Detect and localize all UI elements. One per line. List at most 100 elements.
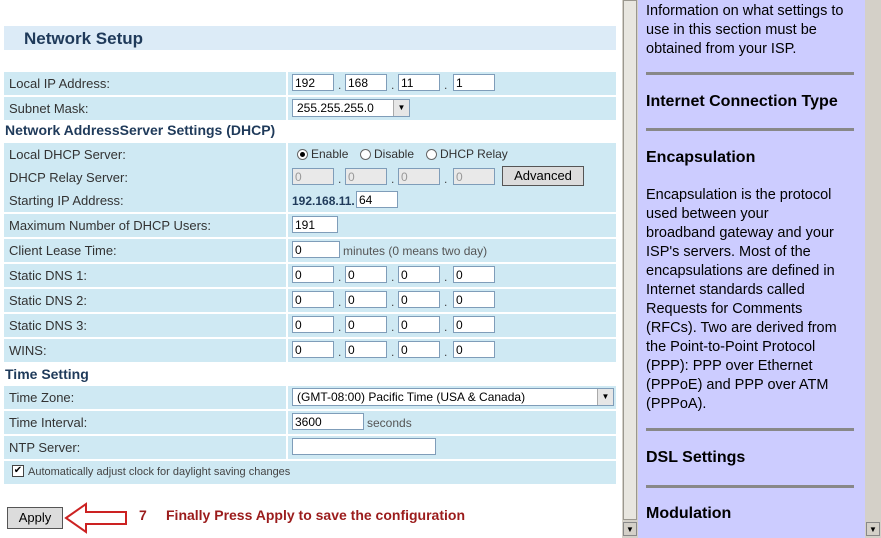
dns3-label: Static DNS 3: [9,318,88,333]
dns1-octet-2[interactable]: 0 [345,266,387,283]
dot: . [444,172,448,186]
help-pane-scrollbar[interactable]: ▼ [865,0,881,538]
dns1-octet-3[interactable]: 0 [398,266,440,283]
help-encap-line: broadband gateway and your [646,225,834,241]
help-encap-line: encapsulations are defined in [646,263,835,279]
wins-octet-4[interactable]: 0 [453,341,495,358]
time-zone-label: Time Zone: [9,390,75,405]
divider [646,485,854,488]
local-ip-octet-2[interactable]: 168 [345,74,387,91]
lease-label: Client Lease Time: [9,243,117,258]
local-ip-label: Local IP Address: [9,76,110,91]
dhcp-disable-label: Disable [374,147,415,161]
chevron-down-icon: ▼ [597,389,613,405]
dns3-octet-2[interactable]: 0 [345,316,387,333]
dns2-octet-1[interactable]: 0 [292,291,334,308]
wins-label: WINS: [9,343,47,358]
wins-octet-1[interactable]: 0 [292,341,334,358]
start-ip-prefix: 192.168.11. [292,194,355,208]
dns2-label: Static DNS 2: [9,293,88,308]
dns3-octet-1[interactable]: 0 [292,316,334,333]
dhcp-enable-radio[interactable] [297,149,308,160]
dot: . [391,172,395,186]
dns1-octet-4[interactable]: 0 [453,266,495,283]
dhcp-server-label: Local DHCP Server: [9,147,126,162]
dns3-octet-4[interactable]: 0 [453,316,495,333]
help-encap-line: Internet standards called [646,282,805,298]
dns1-label: Static DNS 1: [9,268,88,283]
dot: . [444,345,448,359]
time-interval-input[interactable]: 3600 [292,413,364,430]
dot: . [391,345,395,359]
local-ip-octet-4[interactable]: 1 [453,74,495,91]
dot: . [391,270,395,284]
dhcp-relay-label: DHCP Relay Server: [9,170,128,185]
start-ip-input[interactable]: 64 [356,191,398,208]
help-intro-line: use in this section must be [646,22,817,38]
help-encap-line: the Point-to-Point Protocol [646,339,816,355]
arrow-left-icon [64,502,127,534]
dns2-octet-4[interactable]: 0 [453,291,495,308]
divider [646,72,854,75]
step-number: 7 [139,507,147,523]
ntp-label: NTP Server: [9,440,81,455]
help-encap-line: (PPPoE) and PPP over ATM [646,377,829,393]
subnet-label: Subnet Mask: [9,101,89,116]
dns1-octet-1[interactable]: 0 [292,266,334,283]
time-zone-select[interactable]: (GMT-08:00) Pacific Time (USA & Canada) … [292,388,614,406]
dot: . [444,295,448,309]
dot: . [338,270,342,284]
relay-octet-2[interactable]: 0 [345,168,387,185]
ntp-server-input[interactable] [292,438,436,455]
relay-octet-4[interactable]: 0 [453,168,495,185]
max-users-input[interactable]: 191 [292,216,338,233]
help-heading-dsl: DSL Settings [646,449,746,466]
network-setup-pane: Network Setup Local IP Address: 192 . 16… [0,0,622,538]
scrollbar-thumb[interactable] [623,0,637,520]
dot: . [391,320,395,334]
divider [646,428,854,431]
apply-button[interactable]: Apply [7,507,63,529]
lease-input[interactable]: 0 [292,241,340,258]
time-section-heading: Time Setting [5,366,89,382]
scroll-down-icon[interactable]: ▼ [623,522,637,536]
subnet-mask-select[interactable]: 255.255.255.0 ▼ [292,99,410,117]
dot: . [444,270,448,284]
time-interval-label: Time Interval: [9,415,88,430]
dot: . [338,172,342,186]
local-ip-octet-3[interactable]: 11 [398,74,440,91]
divider [646,128,854,131]
dst-checkbox[interactable]: ✔ [12,465,24,477]
relay-octet-1[interactable]: 0 [292,168,334,185]
wins-octet-3[interactable]: 0 [398,341,440,358]
help-encap-line: (PPP): PPP over Ethernet [646,358,813,374]
help-encap-line: (PPPoA). [646,396,707,412]
dot: . [391,78,395,92]
dot: . [444,78,448,92]
chevron-down-icon: ▼ [393,100,409,116]
instruction-text: Finally Press Apply to save the configur… [166,507,465,523]
left-pane-scrollbar[interactable]: ▼ [622,0,638,538]
dhcp-section-heading: Network AddressServer Settings (DHCP) [5,122,276,138]
relay-octet-3[interactable]: 0 [398,168,440,185]
dhcp-disable-radio[interactable] [360,149,371,160]
dot: . [391,295,395,309]
dns2-octet-2[interactable]: 0 [345,291,387,308]
dns2-octet-3[interactable]: 0 [398,291,440,308]
advanced-button[interactable]: Advanced [502,166,584,186]
help-encap-line: used between your [646,206,769,222]
lease-suffix: minutes (0 means two day) [343,244,488,258]
help-intro-line: Information on what settings to [646,3,844,19]
local-ip-octet-1[interactable]: 192 [292,74,334,91]
help-heading-modulation: Modulation [646,505,732,522]
help-encap-line: ISP's servers. Most of the [646,244,811,260]
dhcp-relay-radio[interactable] [426,149,437,160]
help-encap-line: (RFCs). Two are derived from [646,320,837,336]
dns3-octet-3[interactable]: 0 [398,316,440,333]
help-heading-encapsulation: Encapsulation [646,149,756,166]
help-heading-connection: Internet Connection Type [646,93,838,110]
help-encap-line: Requests for Comments [646,301,803,317]
wins-octet-2[interactable]: 0 [345,341,387,358]
scroll-down-icon[interactable]: ▼ [866,522,880,536]
time-interval-suffix: seconds [367,416,412,430]
